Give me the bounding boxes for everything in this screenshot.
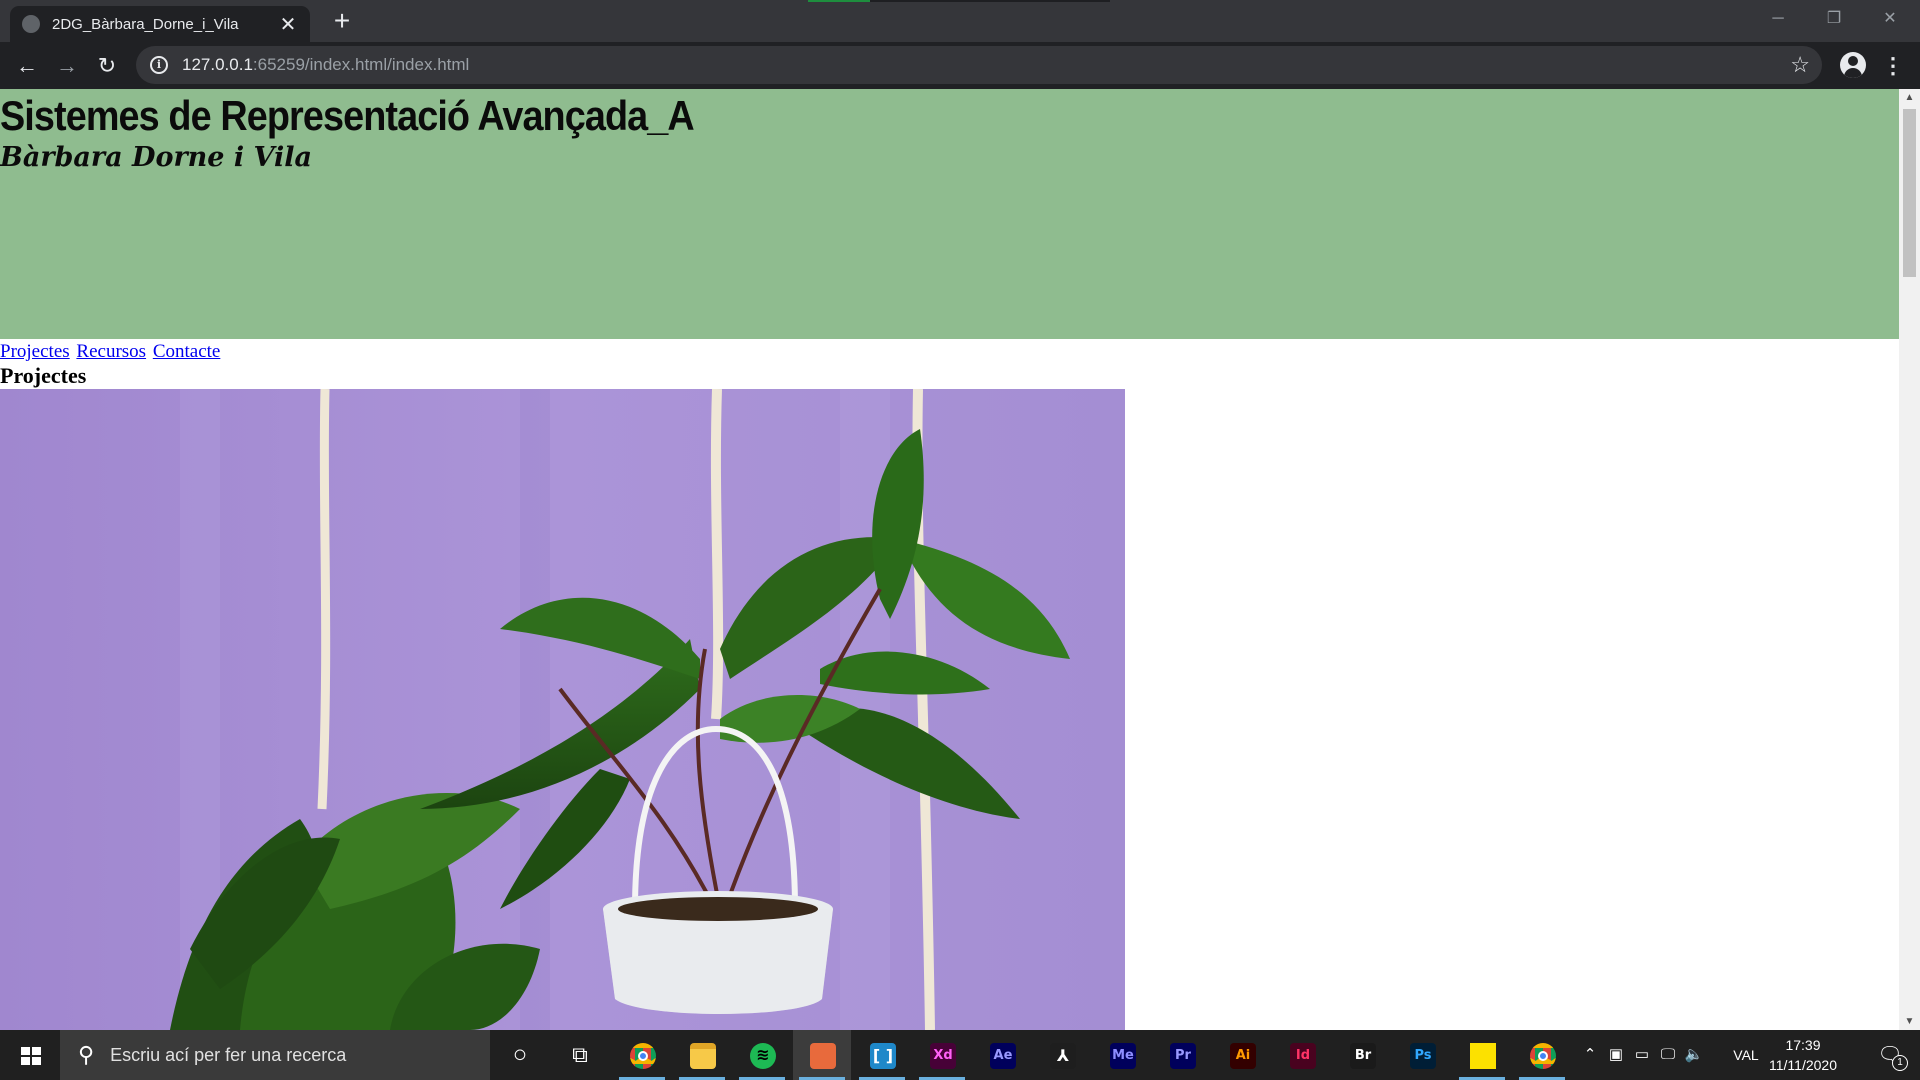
tab-title: 2DG_Bàrbara_Dorne_i_Vila — [52, 15, 239, 33]
site-header: Sistemes de Representació Avançada_A Bàr… — [0, 89, 1899, 339]
start-button[interactable] — [0, 1030, 60, 1080]
volume-icon[interactable]: 🔈 — [1682, 1030, 1706, 1080]
star-icon[interactable]: ☆ — [1790, 52, 1810, 78]
loading-indicator — [808, 0, 1110, 2]
info-icon[interactable]: i — [150, 56, 168, 74]
address-bar[interactable]: i 127.0.0.1:65259/index.html/index.html … — [136, 46, 1822, 84]
site-nav: Projectes Recursos Contacte — [0, 340, 222, 364]
taskbar-app-file-explorer[interactable] — [673, 1030, 731, 1080]
taskbar-search[interactable]: ⚲ Escriu ací per fer una recerca — [60, 1030, 490, 1080]
taskbar-app-after-effects[interactable]: Ae — [973, 1030, 1031, 1080]
page-scrollbar[interactable]: ▲ ▼ — [1899, 89, 1920, 1030]
network-icon[interactable]: 🖵 — [1656, 1030, 1680, 1080]
browser-toolbar: ← → ↻ i 127.0.0.1:65259/index.html/index… — [0, 42, 1920, 89]
taskbar-app-premiere-pro[interactable]: Pr — [1153, 1030, 1211, 1080]
clock-time: 17:39 — [1785, 1037, 1821, 1053]
taskbar-app-media-encoder[interactable]: Me — [1093, 1030, 1151, 1080]
taskbar-app-chrome[interactable] — [613, 1030, 671, 1080]
task-view-icon[interactable]: ⧉ — [552, 1030, 608, 1080]
windows-taskbar: ⚲ Escriu ací per fer una recerca ○ ⧉ ≋ [… — [0, 1030, 1920, 1080]
taskbar-app-brackets[interactable]: [ ] — [853, 1030, 911, 1080]
search-placeholder: Escriu ací per fer una recerca — [110, 1044, 347, 1065]
taskbar-clock[interactable]: 17:39 11/11/2020 — [1760, 1035, 1846, 1075]
nav-link-recursos[interactable]: Recursos — [76, 341, 146, 362]
nav-link-projectes[interactable]: Projectes — [0, 341, 70, 362]
taskbar-app-acrobat[interactable]: ⅄ — [1033, 1030, 1091, 1080]
notification-badge: 1 — [1892, 1055, 1908, 1071]
taskbar-app-bridge[interactable]: Br — [1333, 1030, 1391, 1080]
forward-icon[interactable]: → — [49, 48, 85, 84]
browser-tab-strip: 2DG_Bàrbara_Dorne_i_Vila ✕ + ─ ❐ ✕ — [0, 0, 1920, 42]
scroll-up-icon[interactable]: ▲ — [1899, 89, 1920, 106]
new-tab-button[interactable]: + — [326, 6, 358, 38]
cortana-icon[interactable]: ○ — [492, 1030, 548, 1080]
page-viewport: Sistemes de Representació Avançada_A Bàr… — [0, 89, 1899, 1030]
taskbar-app-spotify[interactable]: ≋ — [733, 1030, 791, 1080]
taskbar-app-paint[interactable] — [793, 1030, 851, 1080]
section-heading: Projectes — [0, 363, 87, 388]
taskbar-app-adobe-xd[interactable]: Xd — [913, 1030, 971, 1080]
taskbar-app-illustrator[interactable]: Ai — [1213, 1030, 1271, 1080]
globe-icon — [22, 15, 40, 33]
menu-icon[interactable]: ⋮ — [1880, 48, 1906, 84]
taskbar-app-indesign[interactable]: Id — [1273, 1030, 1331, 1080]
back-icon[interactable]: ← — [9, 48, 45, 84]
search-icon: ⚲ — [78, 1042, 95, 1067]
taskbar-app-chrome-2[interactable] — [1513, 1030, 1571, 1080]
close-tab-icon[interactable]: ✕ — [278, 12, 298, 37]
nav-link-contacte[interactable]: Contacte — [153, 341, 221, 362]
scrollbar-thumb[interactable] — [1903, 109, 1916, 277]
url-text: 127.0.0.1:65259/index.html/index.html — [182, 55, 470, 74]
taskbar-app-photoshop[interactable]: Ps — [1393, 1030, 1451, 1080]
site-subtitle: Bàrbara Dorne i Vila — [0, 142, 313, 173]
minimize-button[interactable]: ─ — [1750, 0, 1806, 40]
close-window-button[interactable]: ✕ — [1862, 0, 1918, 40]
restore-button[interactable]: ❐ — [1806, 0, 1862, 40]
clock-date: 11/11/2020 — [1769, 1057, 1837, 1073]
notification-center-icon[interactable]: 🗨 1 — [1866, 1030, 1914, 1080]
browser-tab[interactable]: 2DG_Bàrbara_Dorne_i_Vila ✕ — [10, 6, 310, 42]
taskbar-app-sticky-notes[interactable] — [1453, 1030, 1511, 1080]
site-title: Sistemes de Representació Avançada_A — [0, 92, 695, 139]
scroll-down-icon[interactable]: ▼ — [1899, 1013, 1920, 1030]
battery-icon[interactable]: ▭ — [1630, 1030, 1654, 1080]
network-status-icon[interactable]: ▣ — [1604, 1030, 1628, 1080]
project-image — [0, 389, 1125, 1030]
windows-logo-icon — [21, 1047, 41, 1065]
reload-icon[interactable]: ↻ — [89, 48, 125, 84]
account-icon[interactable] — [1840, 52, 1866, 78]
chevron-up-icon[interactable]: ⌃ — [1578, 1030, 1602, 1080]
